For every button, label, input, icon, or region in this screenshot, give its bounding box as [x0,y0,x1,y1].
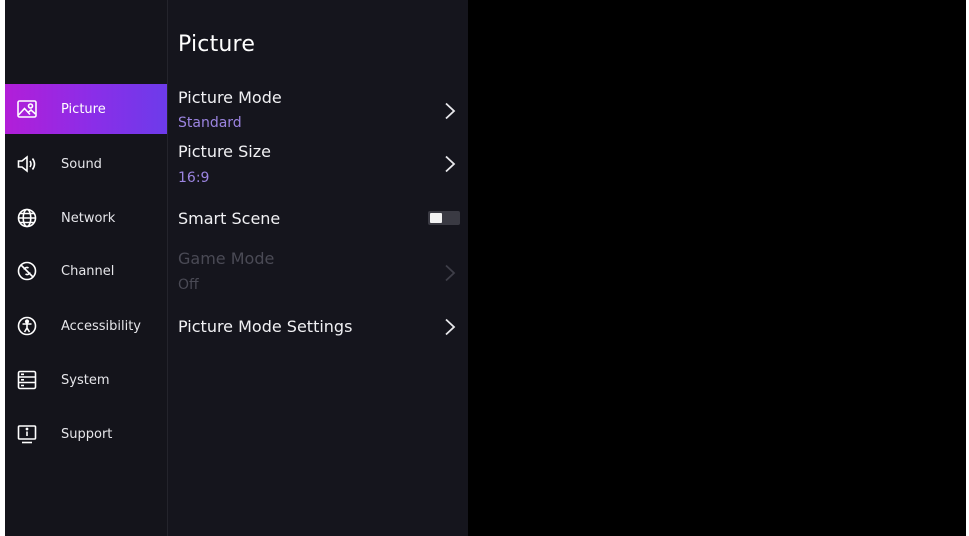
sidebar-item-label: Picture [61,101,106,117]
sidebar-item-label: Network [61,210,116,226]
settings-sidebar: Picture Sound Network Channel Accessibil… [5,0,167,536]
menu-item-label: Picture Mode Settings [178,317,353,336]
picture-icon [16,98,38,120]
menu-item-smart-scene[interactable]: Smart Scene [168,206,468,232]
menu-item-value: Standard [178,115,242,131]
page-title: Picture [178,32,256,57]
tv-screen: Picture Sound Network Channel Accessibil… [5,0,966,536]
menu-item-value: Off [178,277,199,293]
toggle-knob [430,213,442,223]
menu-item-value: 16:9 [178,170,210,186]
sidebar-item-accessibility[interactable]: Accessibility [5,301,167,351]
sidebar-item-label: Sound [61,156,102,172]
sidebar-item-label: Accessibility [61,318,141,334]
menu-item-label: Game Mode [178,249,275,268]
chevron-right-icon [444,155,456,173]
support-icon [16,423,38,445]
sidebar-item-channel[interactable]: Channel [5,246,167,296]
menu-item-picture-mode[interactable]: Picture Mode Standard [168,86,468,138]
sidebar-item-system[interactable]: System [5,355,167,405]
menu-item-picture-size[interactable]: Picture Size 16:9 [168,142,468,192]
menu-item-label: Picture Size [178,142,271,161]
sidebar-item-picture[interactable]: Picture [5,84,167,134]
accessibility-icon [16,315,38,337]
sidebar-item-label: Support [61,426,113,442]
globe-icon [16,207,38,229]
chevron-right-icon [444,102,456,120]
sidebar-item-support[interactable]: Support [5,409,167,459]
speaker-icon [16,153,38,175]
smart-scene-toggle[interactable] [428,211,460,225]
menu-item-label: Picture Mode [178,88,282,107]
sidebar-item-network[interactable]: Network [5,193,167,243]
sidebar-item-sound[interactable]: Sound [5,139,167,189]
sidebar-item-label: Channel [61,263,115,279]
menu-item-label: Smart Scene [178,209,281,228]
sidebar-item-label: System [61,372,110,388]
chevron-right-icon [444,264,456,282]
menu-item-game-mode[interactable]: Game Mode Off [168,249,468,299]
menu-item-picture-mode-settings[interactable]: Picture Mode Settings [168,314,468,340]
picture-settings-panel: Picture Picture Mode Standard Picture Si… [168,0,468,536]
chevron-right-icon [444,318,456,336]
system-icon [16,369,38,391]
channel-icon [16,260,38,282]
